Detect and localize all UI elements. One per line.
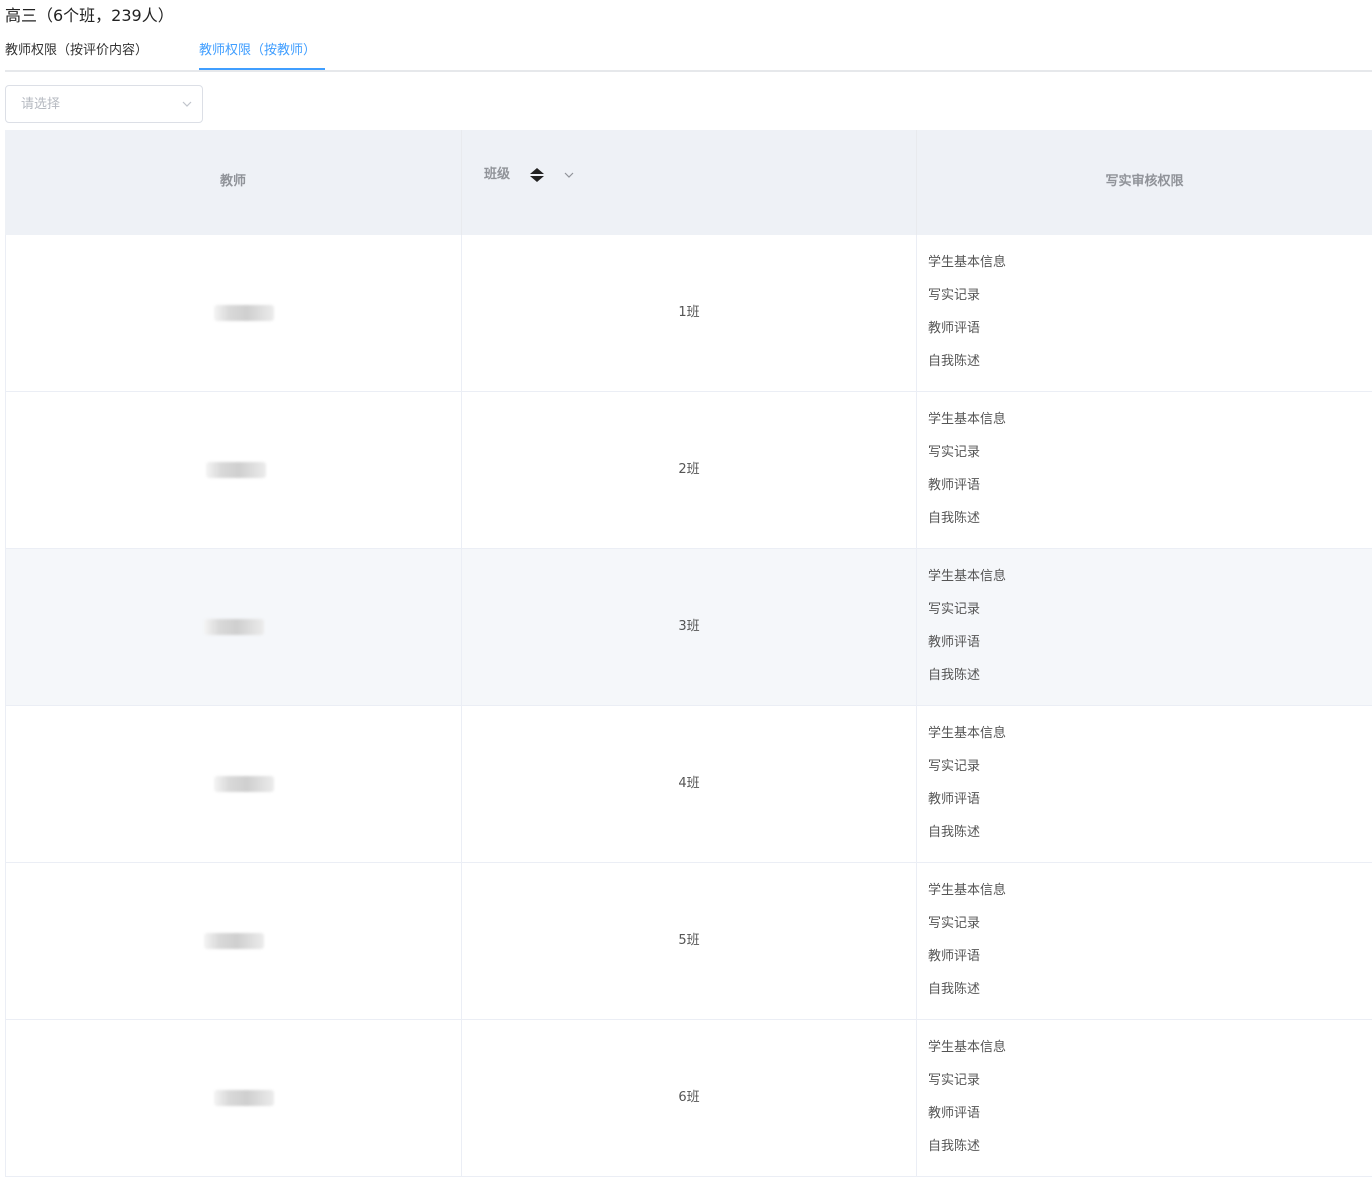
permission-item: 写实记录 — [928, 759, 981, 774]
tab-by-evaluation-content[interactable]: 教师权限（按评价内容） — [5, 40, 148, 62]
permission-item: 学生基本信息 — [928, 1040, 1007, 1055]
permission-item: 学生基本信息 — [928, 412, 1007, 427]
permission-item: 自我陈述 — [928, 668, 981, 683]
permission-item: 教师评语 — [928, 1106, 981, 1121]
column-header-teacher-label: 教师 — [219, 174, 246, 189]
permission-item: 写实记录 — [928, 445, 981, 460]
permission-item: 写实记录 — [928, 288, 981, 303]
permission-item: 写实记录 — [928, 916, 981, 931]
tab-bar: 教师权限（按评价内容） 教师权限（按教师） — [5, 40, 1372, 72]
permissions-cell: 学生基本信息 写实记录 教师评语 自我陈述 — [917, 392, 1372, 548]
active-tab-indicator — [199, 68, 325, 70]
teacher-cell — [5, 549, 462, 705]
class-cell: 3班 — [462, 549, 917, 705]
permission-item: 自我陈述 — [928, 982, 981, 997]
table-header: 教师 班级 写实审核权限 — [5, 130, 1372, 235]
teacher-cell — [5, 863, 462, 1019]
class-cell: 2班 — [462, 392, 917, 548]
teacher-name-redacted — [214, 776, 274, 792]
teacher-cell — [5, 1020, 462, 1176]
teacher-name-redacted — [206, 462, 266, 478]
column-header-class-label: 班级 — [484, 167, 511, 182]
class-cell: 6班 — [462, 1020, 917, 1176]
permissions-cell: 学生基本信息 写实记录 教师评语 自我陈述 — [917, 549, 1372, 705]
tab-by-teacher[interactable]: 教师权限（按教师） — [199, 40, 316, 62]
class-cell: 4班 — [462, 706, 917, 862]
class-name: 6班 — [678, 1090, 700, 1105]
table-row[interactable]: 4班 学生基本信息 写实记录 教师评语 自我陈述 — [5, 706, 1372, 863]
table-row[interactable]: 5班 学生基本信息 写实记录 教师评语 自我陈述 — [5, 863, 1372, 1020]
permission-item: 自我陈述 — [928, 511, 981, 526]
table-row[interactable]: 3班 学生基本信息 写实记录 教师评语 自我陈述 — [5, 549, 1372, 706]
teacher-cell — [5, 392, 462, 548]
class-name: 5班 — [678, 933, 700, 948]
teacher-cell — [5, 706, 462, 862]
permission-item: 自我陈述 — [928, 354, 981, 369]
teacher-cell — [5, 235, 462, 391]
permission-item: 教师评语 — [928, 478, 981, 493]
permission-item: 教师评语 — [928, 792, 981, 807]
column-header-teacher: 教师 — [5, 130, 462, 235]
filter-chevron-icon[interactable] — [563, 169, 575, 181]
permissions-cell: 学生基本信息 写实记录 教师评语 自我陈述 — [917, 863, 1372, 1019]
column-header-permissions-label: 写实审核权限 — [1105, 174, 1184, 189]
permission-item: 写实记录 — [928, 602, 981, 617]
permission-item: 学生基本信息 — [928, 883, 1007, 898]
permission-item: 教师评语 — [928, 949, 981, 964]
permission-item: 自我陈述 — [928, 1139, 981, 1154]
teacher-name-redacted — [214, 305, 274, 321]
class-name: 4班 — [678, 776, 700, 791]
column-header-class: 班级 — [462, 130, 917, 235]
class-cell: 5班 — [462, 863, 917, 1019]
permission-item: 教师评语 — [928, 321, 981, 336]
teacher-select[interactable] — [5, 85, 203, 123]
class-cell: 1班 — [462, 235, 917, 391]
table-row[interactable]: 1班 学生基本信息 写实记录 教师评语 自我陈述 — [5, 235, 1372, 392]
chevron-down-icon — [182, 101, 192, 107]
column-header-permissions: 写实审核权限 — [917, 130, 1372, 235]
permission-item: 学生基本信息 — [928, 569, 1007, 584]
page-title: 高三（6个班，239人） — [5, 6, 174, 25]
sort-icon[interactable] — [528, 166, 546, 184]
permissions-cell: 学生基本信息 写实记录 教师评语 自我陈述 — [917, 235, 1372, 391]
class-name: 3班 — [678, 619, 700, 634]
permission-item: 自我陈述 — [928, 825, 981, 840]
teacher-name-redacted — [204, 619, 264, 635]
permission-item: 写实记录 — [928, 1073, 981, 1088]
table-row[interactable]: 2班 学生基本信息 写实记录 教师评语 自我陈述 — [5, 392, 1372, 549]
permissions-table: 教师 班级 写实审核权限 1班 学生基本信息 写实记录 教师评语 自我陈述 2班… — [5, 130, 1372, 1177]
teacher-name-redacted — [204, 933, 264, 949]
table-body: 1班 学生基本信息 写实记录 教师评语 自我陈述 2班 学生基本信息 写实记录 … — [5, 235, 1372, 1177]
teacher-name-redacted — [214, 1090, 274, 1106]
class-name: 1班 — [678, 305, 700, 320]
permissions-cell: 学生基本信息 写实记录 教师评语 自我陈述 — [917, 1020, 1372, 1176]
class-name: 2班 — [678, 462, 700, 477]
permission-item: 学生基本信息 — [928, 255, 1007, 270]
teacher-select-input[interactable] — [6, 86, 202, 122]
permissions-cell: 学生基本信息 写实记录 教师评语 自我陈述 — [917, 706, 1372, 862]
permission-item: 教师评语 — [928, 635, 981, 650]
permission-item: 学生基本信息 — [928, 726, 1007, 741]
table-row[interactable]: 6班 学生基本信息 写实记录 教师评语 自我陈述 — [5, 1020, 1372, 1177]
